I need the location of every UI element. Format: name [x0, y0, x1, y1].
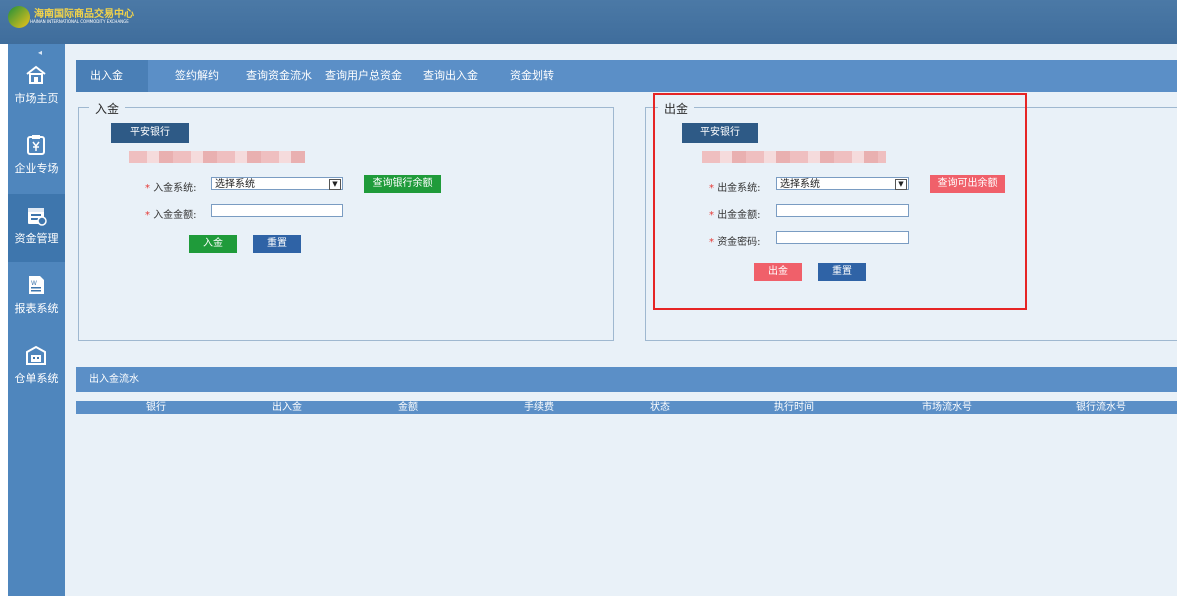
sidebar-item-label: 仓单系统 [14, 372, 59, 385]
yuan-clipboard-icon [27, 135, 45, 155]
sidebar-item-market-home[interactable]: 市场主页 [8, 54, 65, 122]
column-header-fee: 手续费 [524, 402, 554, 413]
column-header-bank: 银行 [146, 402, 166, 413]
sidebar-item-warehouse-receipt[interactable]: 仓单系统 [8, 334, 65, 402]
sidebar-item-label: 资金管理 [14, 232, 59, 245]
left-border [0, 44, 8, 596]
deposit-bank-button[interactable]: 平安银行 [111, 123, 189, 143]
svg-text:W: W [31, 280, 37, 287]
deposit-amount-input[interactable] [211, 204, 343, 217]
logo-icon [8, 6, 30, 28]
top-header: 海南国际商品交易中心 HAINAN INTERNATIONAL COMMODIT… [0, 0, 1177, 45]
tab-deposit-withdraw[interactable]: 出入金 [76, 60, 148, 92]
tab-fund-transfer[interactable]: 资金划转 [510, 60, 554, 92]
tab-query-user-total-fund[interactable]: 查询用户总资金 [325, 60, 402, 92]
sidebar-item-label: 企业专场 [14, 162, 59, 175]
sidebar-item-fund-management[interactable]: 资金管理 [8, 194, 65, 262]
deposit-legend: 入金 [89, 100, 126, 117]
chevron-down-icon: ▼ [329, 179, 341, 190]
query-bank-balance-button[interactable]: 查询银行余额 [364, 175, 441, 193]
deposit-reset-button[interactable]: 重置 [253, 235, 301, 253]
redacted-account-info [129, 151, 305, 163]
deposit-system-select[interactable]: 选择系统 ▼ [211, 177, 343, 190]
flow-table-header: 银行 出入金 金额 手续费 状态 执行时间 市场流水号 银行流水号 [76, 401, 1177, 414]
flow-title: 出入金流水 [89, 374, 139, 385]
tab-bar: 出入金 签约解约 查询资金流水 查询用户总资金 查询出入金 资金划转 [76, 60, 1177, 92]
tab-query-deposit-withdraw[interactable]: 查询出入金 [423, 60, 478, 92]
sidebar-item-enterprise[interactable]: 企业专场 [8, 124, 65, 192]
column-header-execution-time: 执行时间 [774, 402, 814, 413]
tab-sign-unsign[interactable]: 签约解约 [175, 60, 219, 92]
column-header-amount: 金额 [398, 402, 418, 413]
column-header-bank-serial: 银行流水号 [1076, 402, 1126, 413]
deposit-amount-label: * 入金金额: [145, 210, 197, 221]
logo: 海南国际商品交易中心 HAINAN INTERNATIONAL COMMODIT… [8, 6, 134, 28]
flow-title-bar: 出入金流水 [76, 367, 1177, 392]
deposit-panel: 入金 平安银行 * 入金系统: 选择系统 ▼ 查询银行余额 * 入金金额: 入金… [78, 100, 614, 341]
highlight-box [653, 93, 1027, 310]
sidebar: ◂ 市场主页 企业专场 资金管理 W 报表系统 仓单系统 [8, 44, 65, 596]
home-icon [26, 65, 46, 84]
sidebar-item-label: 报表系统 [14, 302, 59, 315]
column-header-direction: 出入金 [272, 402, 302, 413]
word-document-icon: W [29, 276, 44, 294]
column-header-status: 状态 [650, 402, 670, 413]
logo-subtext: HAINAN INTERNATIONAL COMMODITY EXCHANGE [30, 19, 129, 24]
column-header-market-serial: 市场流水号 [922, 402, 972, 413]
sidebar-item-label: 市场主页 [14, 92, 59, 105]
tab-query-fund-flow[interactable]: 查询资金流水 [246, 60, 312, 92]
deposit-system-label: * 入金系统: [145, 183, 197, 194]
deposit-submit-button[interactable]: 入金 [189, 235, 237, 253]
warehouse-icon [26, 345, 46, 365]
sidebar-item-report-system[interactable]: W 报表系统 [8, 264, 65, 332]
calendar-fund-icon [28, 208, 47, 226]
